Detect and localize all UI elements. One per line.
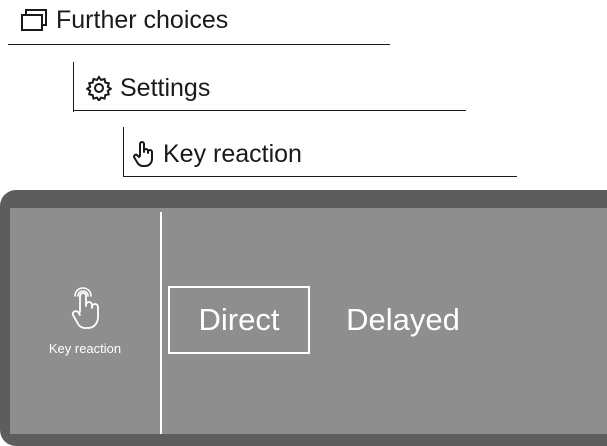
divider <box>160 212 162 434</box>
option-label: Delayed <box>346 302 460 337</box>
window-stack-icon <box>20 8 48 32</box>
breadcrumb-connector <box>73 62 74 112</box>
breadcrumb-underline <box>123 176 517 177</box>
hand-pointer-icon <box>133 140 155 168</box>
option-delayed[interactable]: Delayed <box>328 286 478 354</box>
breadcrumb-underline <box>8 44 390 45</box>
breadcrumb-label: Key reaction <box>163 139 302 168</box>
gear-icon <box>86 75 112 101</box>
breadcrumb-connector <box>123 127 124 177</box>
breadcrumb-label: Settings <box>120 73 211 102</box>
breadcrumb-settings[interactable]: Settings <box>86 71 210 105</box>
display-screen: Key reaction Direct Delayed <box>10 208 607 434</box>
option-direct[interactable]: Direct <box>168 286 310 354</box>
menu-title-block: Key reaction <box>10 208 160 434</box>
hand-pointer-icon <box>68 286 102 335</box>
breadcrumb-underline <box>73 110 466 111</box>
menu-title-label: Key reaction <box>48 341 122 356</box>
breadcrumb-further-choices[interactable]: Further choices <box>20 4 228 36</box>
option-label: Direct <box>198 302 280 337</box>
breadcrumb-key-reaction[interactable]: Key reaction <box>133 137 302 171</box>
breadcrumb-label: Further choices <box>56 5 229 34</box>
